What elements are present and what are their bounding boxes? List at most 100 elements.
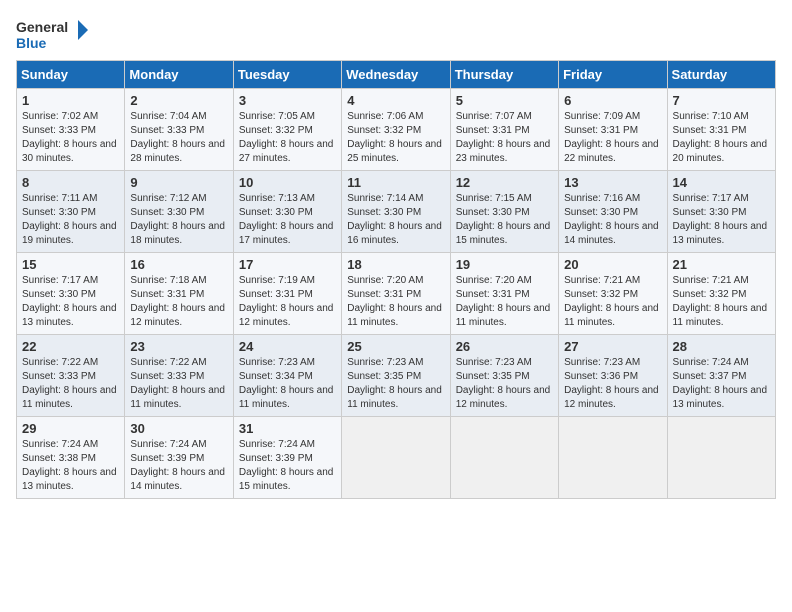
- calendar-cell: 21 Sunrise: 7:21 AMSunset: 3:32 PMDayligh…: [667, 253, 775, 335]
- day-number: 24: [239, 339, 336, 354]
- calendar-cell: 10 Sunrise: 7:13 AMSunset: 3:30 PMDayligh…: [233, 171, 341, 253]
- cell-content: Sunrise: 7:24 AMSunset: 3:39 PMDaylight:…: [239, 438, 336, 494]
- calendar-week-1: 1 Sunrise: 7:02 AMSunset: 3:33 PMDaylight…: [17, 89, 776, 171]
- cell-content: Sunrise: 7:06 AMSunset: 3:32 PMDaylight:…: [347, 110, 444, 166]
- day-number: 19: [456, 257, 553, 272]
- calendar-cell: 1 Sunrise: 7:02 AMSunset: 3:33 PMDaylight…: [17, 89, 125, 171]
- cell-content: Sunrise: 7:24 AMSunset: 3:37 PMDaylight:…: [673, 356, 770, 412]
- calendar-cell: 30 Sunrise: 7:24 AMSunset: 3:39 PMDayligh…: [125, 417, 233, 499]
- day-number: 7: [673, 93, 770, 108]
- calendar-cell: 9 Sunrise: 7:12 AMSunset: 3:30 PMDaylight…: [125, 171, 233, 253]
- day-number: 27: [564, 339, 661, 354]
- calendar-cell: 4 Sunrise: 7:06 AMSunset: 3:32 PMDaylight…: [342, 89, 450, 171]
- day-number: 1: [22, 93, 119, 108]
- calendar-cell: 22Sunrise: 7:22 AMSunset: 3:33 PMDayligh…: [17, 335, 125, 417]
- calendar-week-3: 15 Sunrise: 7:17 AMSunset: 3:30 PMDayligh…: [17, 253, 776, 335]
- day-header-wednesday: Wednesday: [342, 61, 450, 89]
- day-number: 3: [239, 93, 336, 108]
- calendar-cell: 6Sunrise: 7:09 AMSunset: 3:31 PMDaylight…: [559, 89, 667, 171]
- cell-content: Sunrise: 7:04 AMSunset: 3:33 PMDaylight:…: [130, 110, 227, 166]
- calendar-cell: 26 Sunrise: 7:23 AMSunset: 3:35 PMDayligh…: [450, 335, 558, 417]
- calendar-cell: 28 Sunrise: 7:24 AMSunset: 3:37 PMDayligh…: [667, 335, 775, 417]
- day-number: 30: [130, 421, 227, 436]
- calendar-cell: 18 Sunrise: 7:20 AMSunset: 3:31 PMDayligh…: [342, 253, 450, 335]
- day-number: 25: [347, 339, 444, 354]
- calendar-cell: 17 Sunrise: 7:19 AMSunset: 3:31 PMDayligh…: [233, 253, 341, 335]
- day-number: 12: [456, 175, 553, 190]
- calendar-cell: 29Sunrise: 7:24 AMSunset: 3:38 PMDayligh…: [17, 417, 125, 499]
- calendar-header-row: SundayMondayTuesdayWednesdayThursdayFrid…: [17, 61, 776, 89]
- day-number: 14: [673, 175, 770, 190]
- calendar-cell: 24 Sunrise: 7:23 AMSunset: 3:34 PMDayligh…: [233, 335, 341, 417]
- day-number: 17: [239, 257, 336, 272]
- calendar-cell: 12 Sunrise: 7:15 AMSunset: 3:30 PMDayligh…: [450, 171, 558, 253]
- cell-content: Sunrise: 7:23 AMSunset: 3:34 PMDaylight:…: [239, 356, 336, 412]
- day-number: 28: [673, 339, 770, 354]
- cell-content: Sunrise: 7:05 AMSunset: 3:32 PMDaylight:…: [239, 110, 336, 166]
- day-number: 26: [456, 339, 553, 354]
- cell-content: Sunrise: 7:09 AMSunset: 3:31 PMDaylight:…: [564, 110, 661, 166]
- calendar-cell: 2Sunrise: 7:04 AMSunset: 3:33 PMDaylight…: [125, 89, 233, 171]
- day-header-friday: Friday: [559, 61, 667, 89]
- cell-content: Sunrise: 7:18 AMSunset: 3:31 PMDaylight:…: [130, 274, 227, 330]
- day-number: 15: [22, 257, 119, 272]
- day-number: 10: [239, 175, 336, 190]
- day-number: 20: [564, 257, 661, 272]
- calendar-cell: 5 Sunrise: 7:07 AMSunset: 3:31 PMDaylight…: [450, 89, 558, 171]
- calendar-week-2: 8Sunrise: 7:11 AMSunset: 3:30 PMDaylight…: [17, 171, 776, 253]
- svg-text:Blue: Blue: [16, 35, 47, 51]
- cell-content: Sunrise: 7:15 AMSunset: 3:30 PMDaylight:…: [456, 192, 553, 248]
- day-number: 21: [673, 257, 770, 272]
- day-header-thursday: Thursday: [450, 61, 558, 89]
- day-number: 16: [130, 257, 227, 272]
- day-number: 31: [239, 421, 336, 436]
- day-number: 9: [130, 175, 227, 190]
- cell-content: Sunrise: 7:13 AMSunset: 3:30 PMDaylight:…: [239, 192, 336, 248]
- cell-content: Sunrise: 7:21 AMSunset: 3:32 PMDaylight:…: [564, 274, 661, 330]
- cell-content: Sunrise: 7:02 AMSunset: 3:33 PMDaylight:…: [22, 110, 119, 166]
- day-header-tuesday: Tuesday: [233, 61, 341, 89]
- cell-content: Sunrise: 7:20 AMSunset: 3:31 PMDaylight:…: [347, 274, 444, 330]
- calendar-cell: 15 Sunrise: 7:17 AMSunset: 3:30 PMDayligh…: [17, 253, 125, 335]
- calendar-week-5: 29Sunrise: 7:24 AMSunset: 3:38 PMDayligh…: [17, 417, 776, 499]
- calendar-cell: 23Sunrise: 7:22 AMSunset: 3:33 PMDayligh…: [125, 335, 233, 417]
- calendar-cell: 7Sunrise: 7:10 AMSunset: 3:31 PMDaylight…: [667, 89, 775, 171]
- calendar-cell: [450, 417, 558, 499]
- calendar-cell: 3 Sunrise: 7:05 AMSunset: 3:32 PMDaylight…: [233, 89, 341, 171]
- day-number: 11: [347, 175, 444, 190]
- cell-content: Sunrise: 7:19 AMSunset: 3:31 PMDaylight:…: [239, 274, 336, 330]
- calendar-cell: 31 Sunrise: 7:24 AMSunset: 3:39 PMDayligh…: [233, 417, 341, 499]
- day-header-saturday: Saturday: [667, 61, 775, 89]
- calendar-cell: 13 Sunrise: 7:16 AMSunset: 3:30 PMDayligh…: [559, 171, 667, 253]
- page-header: GeneralBlue: [16, 16, 776, 52]
- cell-content: Sunrise: 7:23 AMSunset: 3:36 PMDaylight:…: [564, 356, 661, 412]
- cell-content: Sunrise: 7:11 AMSunset: 3:30 PMDaylight:…: [22, 192, 119, 248]
- day-number: 18: [347, 257, 444, 272]
- day-number: 4: [347, 93, 444, 108]
- calendar-cell: 8Sunrise: 7:11 AMSunset: 3:30 PMDaylight…: [17, 171, 125, 253]
- cell-content: Sunrise: 7:21 AMSunset: 3:32 PMDaylight:…: [673, 274, 770, 330]
- cell-content: Sunrise: 7:17 AMSunset: 3:30 PMDaylight:…: [22, 274, 119, 330]
- calendar-cell: 20 Sunrise: 7:21 AMSunset: 3:32 PMDayligh…: [559, 253, 667, 335]
- logo: GeneralBlue: [16, 16, 96, 52]
- cell-content: Sunrise: 7:24 AMSunset: 3:38 PMDaylight:…: [22, 438, 119, 494]
- calendar-cell: 25 Sunrise: 7:23 AMSunset: 3:35 PMDayligh…: [342, 335, 450, 417]
- cell-content: Sunrise: 7:20 AMSunset: 3:31 PMDaylight:…: [456, 274, 553, 330]
- calendar-cell: 16 Sunrise: 7:18 AMSunset: 3:31 PMDayligh…: [125, 253, 233, 335]
- day-header-sunday: Sunday: [17, 61, 125, 89]
- svg-text:General: General: [16, 19, 68, 35]
- calendar-cell: 11Sunrise: 7:14 AMSunset: 3:30 PMDayligh…: [342, 171, 450, 253]
- day-header-monday: Monday: [125, 61, 233, 89]
- day-number: 13: [564, 175, 661, 190]
- cell-content: Sunrise: 7:24 AMSunset: 3:39 PMDaylight:…: [130, 438, 227, 494]
- cell-content: Sunrise: 7:16 AMSunset: 3:30 PMDaylight:…: [564, 192, 661, 248]
- cell-content: Sunrise: 7:23 AMSunset: 3:35 PMDaylight:…: [347, 356, 444, 412]
- cell-content: Sunrise: 7:23 AMSunset: 3:35 PMDaylight:…: [456, 356, 553, 412]
- cell-content: Sunrise: 7:12 AMSunset: 3:30 PMDaylight:…: [130, 192, 227, 248]
- day-number: 5: [456, 93, 553, 108]
- cell-content: Sunrise: 7:07 AMSunset: 3:31 PMDaylight:…: [456, 110, 553, 166]
- cell-content: Sunrise: 7:17 AMSunset: 3:30 PMDaylight:…: [673, 192, 770, 248]
- day-number: 23: [130, 339, 227, 354]
- calendar-cell: 14 Sunrise: 7:17 AMSunset: 3:30 PMDayligh…: [667, 171, 775, 253]
- calendar-cell: [667, 417, 775, 499]
